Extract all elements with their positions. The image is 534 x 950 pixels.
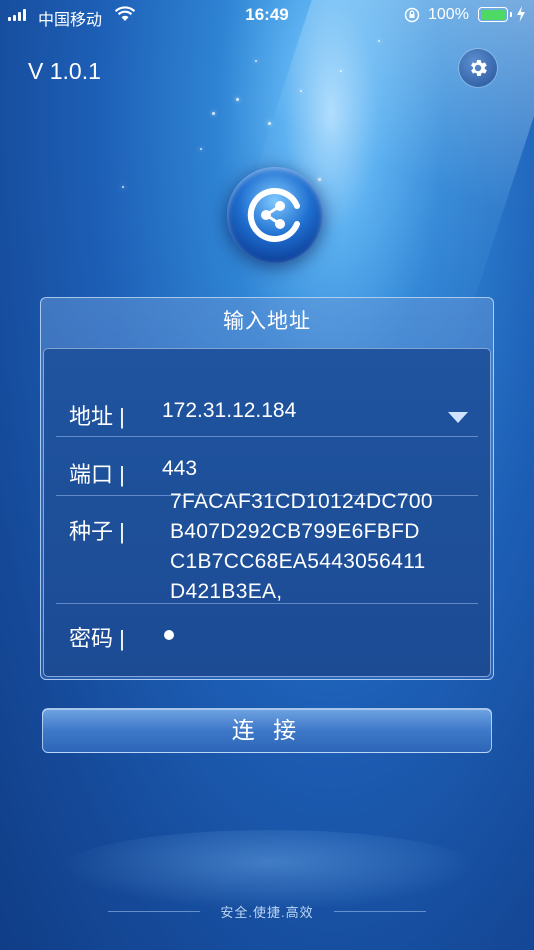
- gear-icon: [471, 60, 487, 76]
- tagline: 安全.使捷.高效: [220, 905, 314, 920]
- seed-input[interactable]: 7FACAF31CD10124DC700 B407D292CB799E6FBFD…: [170, 487, 433, 607]
- divider: [56, 603, 478, 604]
- address-form: 地址 | 172.31.12.184 端口 | 443 种子 | 7FACAF3…: [43, 348, 491, 677]
- password-label: 密码 |: [69, 626, 125, 651]
- battery-icon: [478, 7, 512, 22]
- address-panel: 输入地址 地址 | 172.31.12.184 端口 | 443 种子 | 7F…: [40, 297, 494, 680]
- status-bar: 中国移动 16:49 100%: [0, 0, 534, 30]
- address-input[interactable]: 172.31.12.184: [162, 399, 296, 423]
- battery-percent: 100%: [428, 6, 469, 23]
- address-row[interactable]: 地址 | 172.31.12.184: [44, 399, 490, 439]
- port-input[interactable]: 443: [162, 457, 197, 481]
- rotation-lock-icon: [404, 7, 420, 23]
- connect-button[interactable]: 连 接: [42, 708, 492, 753]
- seed-line: C1B7CC68EA5443056411: [170, 550, 426, 573]
- app-version: V 1.0.1: [28, 58, 101, 84]
- footer: 安全.使捷.高效: [0, 900, 534, 924]
- settings-button[interactable]: [459, 49, 497, 87]
- port-label: 端口 |: [69, 462, 125, 487]
- panel-title: 输入地址: [223, 310, 311, 333]
- seed-line: 7FACAF31CD10124DC700: [170, 490, 433, 513]
- password-input[interactable]: [164, 630, 174, 640]
- app-logo: [227, 167, 323, 263]
- password-row[interactable]: 密码 |: [44, 621, 490, 661]
- address-label: 地址 |: [69, 404, 125, 429]
- seed-label: 种子 |: [69, 519, 125, 544]
- seed-line: B407D292CB799E6FBFD: [170, 520, 420, 543]
- dropdown-arrow-icon[interactable]: [448, 412, 468, 423]
- share-node-logo: [247, 188, 300, 242]
- charging-bolt-icon: [517, 6, 525, 22]
- divider: [56, 436, 478, 437]
- background-glow: [60, 830, 480, 910]
